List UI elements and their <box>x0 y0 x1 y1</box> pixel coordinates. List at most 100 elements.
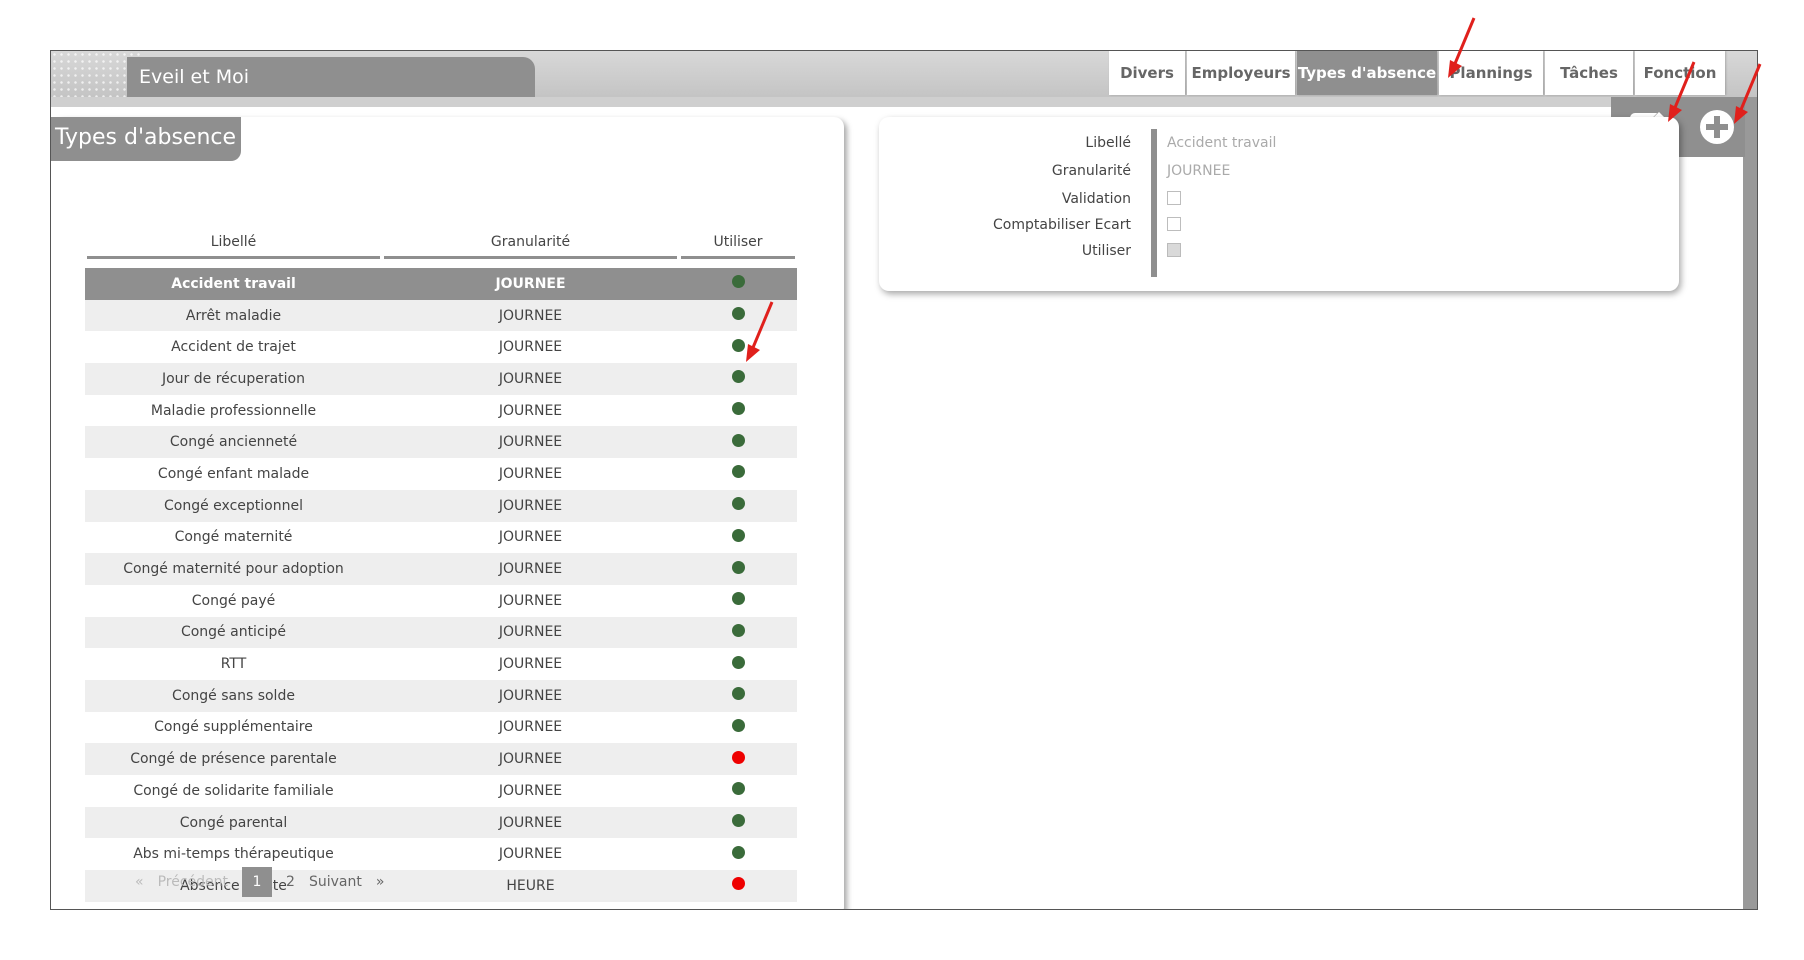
status-dot-icon <box>731 845 745 859</box>
header-granularite[interactable]: Granularité <box>382 229 679 268</box>
add-button[interactable] <box>1695 105 1739 149</box>
tab-types-absence[interactable]: Types d'absence <box>1297 51 1437 95</box>
row-utiliser <box>679 584 797 617</box>
pagination: « Précédent 1 2 Suivant » <box>135 867 384 897</box>
app-title: Eveil et Moi <box>127 57 535 97</box>
validation-checkbox[interactable] <box>1167 191 1181 205</box>
utiliser-label: Utiliser <box>1081 243 1131 259</box>
row-libelle: Abs mi-temps thérapeutique <box>85 838 382 871</box>
row-granularite: HEURE <box>382 870 679 902</box>
pager-page-2[interactable]: 2 <box>286 874 295 890</box>
row-utiliser <box>679 268 797 300</box>
row-granularite: JOURNEE <box>382 648 679 680</box>
status-dot-icon <box>731 814 745 828</box>
detail-row-validation: Validation <box>879 187 1679 213</box>
row-utiliser <box>679 838 797 871</box>
app-window: Eveil et Moi Divers Employeurs Types d'a… <box>50 50 1758 910</box>
table-row[interactable]: Congé ancienneté JOURNEE <box>85 426 797 459</box>
status-dot-icon <box>731 433 745 447</box>
table-row[interactable]: RTT JOURNEE <box>85 648 797 680</box>
section-title: Types d'absence <box>51 117 241 161</box>
table-row[interactable]: Accident de trajet JOURNEE <box>85 331 797 364</box>
row-libelle: Arrêt maladie <box>85 299 382 332</box>
table-row[interactable]: Congé de présence parentale JOURNEE <box>85 743 797 775</box>
row-granularite: JOURNEE <box>382 679 679 712</box>
table-row[interactable]: Arrêt maladie JOURNEE <box>85 299 797 332</box>
tab-taches[interactable]: Tâches <box>1545 51 1633 95</box>
row-utiliser <box>679 394 797 427</box>
row-granularite: JOURNEE <box>382 268 679 300</box>
tab-fonction[interactable]: Fonction <box>1635 51 1725 95</box>
tab-employeurs[interactable]: Employeurs <box>1187 51 1295 95</box>
row-granularite: JOURNEE <box>382 775 679 807</box>
table-row[interactable]: Congé supplémentaire JOURNEE <box>85 711 797 744</box>
status-dot-icon <box>731 528 745 542</box>
row-utiliser <box>679 331 797 364</box>
pager-page-1[interactable]: 1 <box>242 867 273 897</box>
top-bar: Eveil et Moi Divers Employeurs Types d'a… <box>51 51 1757 111</box>
row-granularite: JOURNEE <box>382 838 679 871</box>
row-granularite: JOURNEE <box>382 553 679 585</box>
detail-row-libelle: Libellé Accident travail <box>879 131 1679 157</box>
comptabiliser-checkbox[interactable] <box>1167 217 1181 231</box>
row-libelle: Maladie professionnelle <box>85 394 382 427</box>
table-row[interactable]: Congé maternité JOURNEE <box>85 521 797 554</box>
table-row[interactable]: Abs mi-temps thérapeutique JOURNEE <box>85 838 797 871</box>
row-granularite: JOURNEE <box>382 616 679 649</box>
utiliser-checkbox[interactable] <box>1167 243 1181 257</box>
row-libelle: Congé enfant malade <box>85 458 382 490</box>
row-libelle: Congé de solidarite familiale <box>85 775 382 807</box>
row-granularite: JOURNEE <box>382 521 679 554</box>
row-granularite: JOURNEE <box>382 299 679 332</box>
row-libelle: Congé de présence parentale <box>85 743 382 775</box>
granularite-value: JOURNEE <box>1167 163 1231 179</box>
pager-next[interactable]: Suivant <box>309 874 362 890</box>
validation-label: Validation <box>1061 191 1131 207</box>
table-row[interactable]: Congé exceptionnel JOURNEE <box>85 489 797 522</box>
table-row[interactable]: Congé payé JOURNEE <box>85 584 797 617</box>
table-row[interactable]: Congé maternité pour adoption JOURNEE <box>85 553 797 585</box>
row-libelle: Accident travail <box>85 268 382 300</box>
table-row[interactable]: Congé sans solde JOURNEE <box>85 679 797 712</box>
row-granularite: JOURNEE <box>382 584 679 617</box>
status-dot-icon <box>731 655 745 669</box>
table-row[interactable]: Congé de solidarite familiale JOURNEE <box>85 775 797 807</box>
row-granularite: JOURNEE <box>382 394 679 427</box>
status-dot-icon <box>731 560 745 574</box>
status-dot-icon <box>731 782 745 796</box>
row-utiliser <box>679 775 797 807</box>
add-circle-icon <box>1700 110 1734 144</box>
granularite-label: Granularité <box>1051 163 1131 179</box>
row-libelle: Congé payé <box>85 584 382 617</box>
tab-bar: Divers Employeurs Types d'absence Planni… <box>1109 51 1727 97</box>
row-granularite: JOURNEE <box>382 489 679 522</box>
pager-prev-symbol[interactable]: « <box>135 874 144 890</box>
row-libelle: RTT <box>85 648 382 680</box>
row-granularite: JOURNEE <box>382 331 679 364</box>
header-libelle[interactable]: Libellé <box>85 229 382 268</box>
tab-divers[interactable]: Divers <box>1109 51 1185 95</box>
row-libelle: Congé anticipé <box>85 616 382 649</box>
table-row[interactable]: Congé parental JOURNEE <box>85 806 797 839</box>
absence-types-panel: Types d'absence Libellé Granularité Util… <box>51 117 844 909</box>
vertical-scrollbar[interactable] <box>1743 97 1757 909</box>
pager-next-symbol[interactable]: » <box>376 874 385 890</box>
status-dot-icon <box>731 370 745 384</box>
table-row[interactable]: Accident travail JOURNEE <box>85 268 797 300</box>
table-row[interactable]: Congé enfant malade JOURNEE <box>85 458 797 490</box>
status-dot-icon <box>731 718 745 732</box>
table-row[interactable]: Congé anticipé JOURNEE <box>85 616 797 649</box>
header-utiliser[interactable]: Utiliser <box>679 229 797 268</box>
row-granularite: JOURNEE <box>382 711 679 744</box>
status-dot-icon <box>731 687 745 701</box>
pager-prev[interactable]: Précédent <box>158 874 228 890</box>
row-utiliser <box>679 521 797 554</box>
status-dot-icon <box>731 338 745 352</box>
table-row[interactable]: Jour de récuperation JOURNEE <box>85 363 797 395</box>
detail-row-granularite: Granularité JOURNEE <box>879 159 1679 185</box>
row-libelle: Congé sans solde <box>85 679 382 712</box>
detail-panel: Libellé Accident travail Granularité JOU… <box>879 117 1679 291</box>
tab-plannings[interactable]: Plannings <box>1439 51 1543 95</box>
status-dot-icon <box>731 592 745 606</box>
table-row[interactable]: Maladie professionnelle JOURNEE <box>85 394 797 427</box>
